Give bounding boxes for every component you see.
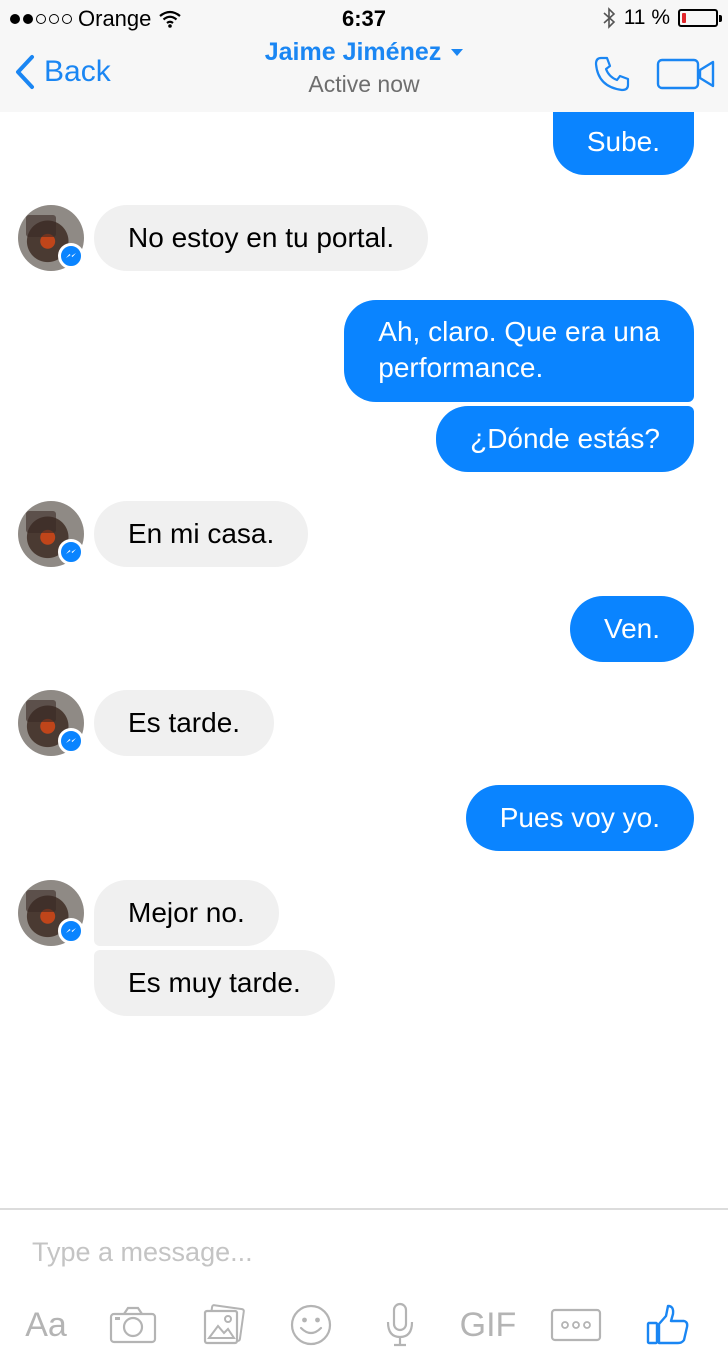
messenger-badge-icon [58,918,84,944]
phone-icon[interactable] [592,54,632,94]
message-bubble-incoming[interactable]: Es muy tarde. [94,950,335,1016]
thumbs-up-icon[interactable] [642,1292,694,1358]
message-text: No estoy en tu portal. [128,222,395,253]
message-bubble-outgoing[interactable]: Ven. [569,596,694,662]
battery-percent: 11 % [623,6,670,29]
contact-name: Jaime Jiménez [264,38,442,66]
video-camera-icon[interactable] [656,54,716,94]
battery-level [682,13,686,23]
message-bubble-outgoing[interactable]: Pues voy yo. [465,785,694,851]
status-bar: Orange 6:37 11 % [0,0,728,36]
gif-icon[interactable]: GIF [456,1292,520,1358]
emoji-icon[interactable] [287,1292,335,1358]
message-text-line: performance. [378,352,544,383]
message-text: Ven. [603,613,660,644]
message-text: ¿Dónde estás? [470,423,660,454]
composer-divider [0,1208,728,1210]
contact-name-row: Jaime Jiménez [265,38,464,67]
message-bubble-incoming[interactable]: No estoy en tu portal. [94,205,429,271]
message-text: Es muy tarde. [128,967,301,998]
message-bubble-outgoing[interactable]: Sube. [552,112,694,175]
message-input[interactable] [0,1222,728,1282]
message-text-line: Ah, claro. Que era una [378,316,660,347]
message-text: En mi casa. [128,518,275,549]
messenger-badge-icon [58,243,84,269]
text-format-label: Aa [25,1305,67,1344]
messenger-badge-icon [58,539,84,565]
microphone-icon[interactable] [380,1292,420,1358]
conversation-header: Back Jaime Jiménez Active now [0,36,728,112]
camera-icon[interactable] [106,1292,160,1358]
text-format-icon[interactable]: Aa [16,1292,76,1358]
battery-info: 11 % [602,6,722,30]
message-text: Pues voy yo. [499,802,660,833]
gallery-icon[interactable] [198,1292,248,1358]
dropdown-caret-icon [451,49,464,56]
gif-label: GIF [459,1305,517,1344]
message-bubble-incoming[interactable]: Es tarde. [94,690,275,756]
message-bubble-incoming[interactable]: Mejor no. [94,880,279,946]
more-icon[interactable] [548,1292,604,1358]
message-bubble-outgoing[interactable]: Ah, claro. Que era una performance. [344,300,694,402]
message-bubble-incoming[interactable]: En mi casa. [94,501,309,567]
composer-toolbar: Aa GIF [0,1292,728,1358]
bluetooth-icon [603,7,615,29]
message-bubble-outgoing[interactable]: ¿Dónde estás? [436,406,694,472]
battery-icon [678,9,722,27]
messenger-badge-icon [58,728,84,754]
message-text: Mejor no. [128,897,245,928]
message-text: Sube. [586,126,660,157]
message-text: Es tarde. [128,707,241,738]
